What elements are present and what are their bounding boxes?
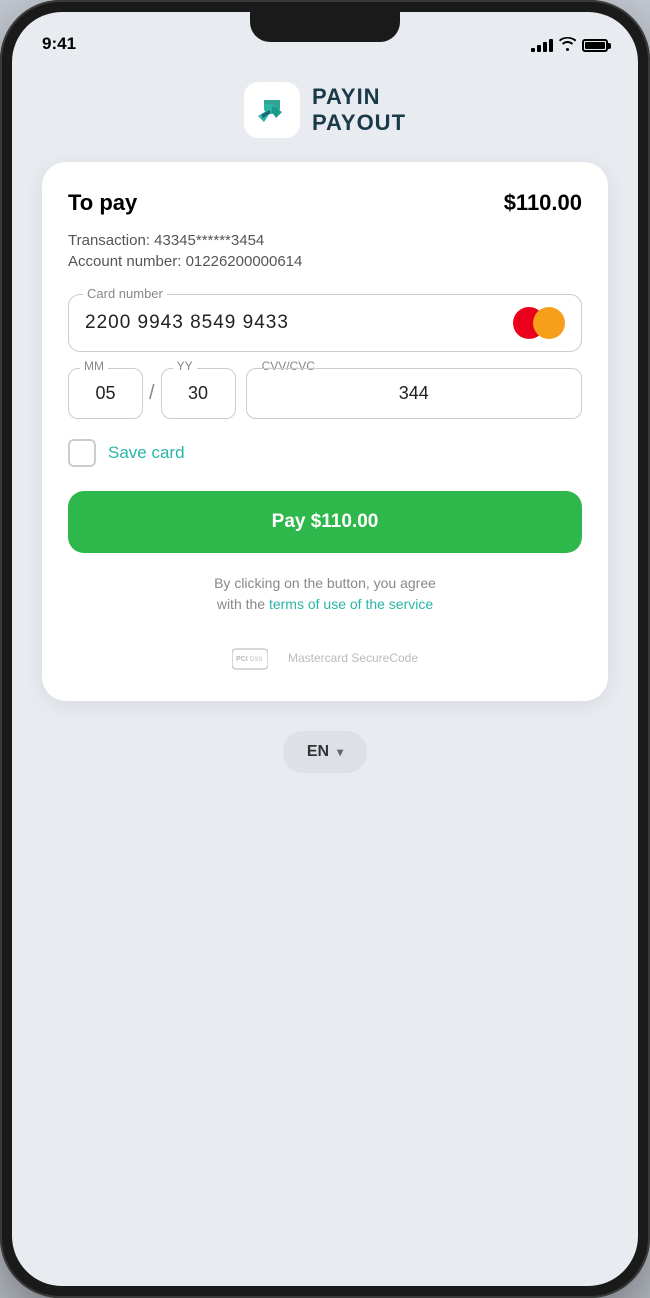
status-time: 9:41	[42, 34, 76, 54]
yy-wrapper: YY 30	[161, 368, 236, 419]
account-label: Account number:	[68, 253, 181, 270]
mastercard-icon	[513, 307, 565, 339]
pci-badge: PCI DSS	[232, 645, 268, 673]
security-badges: PCI DSS Mastercard SecureCode	[68, 635, 582, 673]
logo-name-payin: PAYIN	[312, 84, 406, 110]
save-card-row[interactable]: Save card	[68, 439, 582, 467]
chevron-down-icon: ▾	[337, 745, 343, 759]
svg-text:DSS: DSS	[250, 657, 262, 663]
phone-screen: 9:41	[12, 12, 638, 1286]
svg-text:PCI: PCI	[236, 656, 248, 663]
transaction-label: Transaction:	[68, 232, 150, 249]
language-current: EN	[307, 743, 329, 761]
logo-icon	[244, 82, 300, 138]
transaction-id: 43345******3454	[154, 232, 264, 249]
cvv-input[interactable]: 344	[246, 368, 582, 419]
slash-divider: /	[149, 382, 155, 405]
card-number-value: 2200 9943 8549 9433	[85, 312, 289, 334]
account-info: Account number: 01226200000614	[68, 253, 582, 270]
expiry-cvv-row: MM 05 / YY 30 CVV/CVC 344	[68, 368, 582, 419]
mm-wrapper: MM 05	[68, 368, 143, 419]
expiry-group: MM 05 / YY 30	[68, 368, 236, 419]
transaction-info: Transaction: 43345******3454	[68, 232, 582, 249]
language-selector[interactable]: EN ▾	[283, 731, 367, 773]
yy-label: YY	[173, 359, 197, 373]
mc-securecode-badge: Mastercard SecureCode	[288, 651, 418, 667]
pci-logo-icon: PCI DSS	[232, 645, 268, 673]
mc-securecode-label: Mastercard SecureCode	[288, 651, 418, 665]
signal-icon	[531, 39, 553, 52]
terms-line1: By clicking on the button, you agree	[214, 575, 436, 591]
logo-text: PAYIN PAYOUT	[312, 84, 406, 137]
card-number-label: Card number	[83, 286, 167, 301]
battery-icon	[582, 39, 608, 52]
logo-area: PAYIN PAYOUT	[244, 82, 406, 138]
card-number-group[interactable]: Card number 2200 9943 8549 9433	[68, 294, 582, 352]
status-icons	[531, 37, 608, 54]
mc-orange-circle	[533, 307, 565, 339]
mm-label: MM	[80, 359, 108, 373]
account-number: 01226200000614	[186, 253, 303, 270]
mm-input[interactable]: 05	[68, 368, 143, 419]
logo-name-payout: PAYOUT	[312, 110, 406, 136]
to-pay-amount: $110.00	[504, 190, 582, 216]
phone-frame: 9:41	[0, 0, 650, 1298]
terms-line2: with the	[217, 596, 265, 612]
save-card-checkbox[interactable]	[68, 439, 96, 467]
notch	[250, 12, 400, 42]
cvv-wrapper: CVV/CVC 344	[246, 368, 582, 419]
payment-card: To pay $110.00 Transaction: 43345******3…	[42, 162, 608, 701]
card-number-row: 2200 9943 8549 9433	[85, 307, 565, 339]
terms-text: By clicking on the button, you agree wit…	[68, 573, 582, 615]
card-header: To pay $110.00	[68, 190, 582, 216]
yy-input[interactable]: 30	[161, 368, 236, 419]
save-card-label: Save card	[108, 443, 185, 463]
pay-button[interactable]: Pay $110.00	[68, 491, 582, 553]
screen-content: PAYIN PAYOUT To pay $110.00 Transaction:…	[12, 62, 638, 1286]
wifi-icon	[559, 37, 576, 54]
to-pay-label: To pay	[68, 190, 137, 216]
terms-link[interactable]: terms of use of the service	[269, 596, 433, 612]
